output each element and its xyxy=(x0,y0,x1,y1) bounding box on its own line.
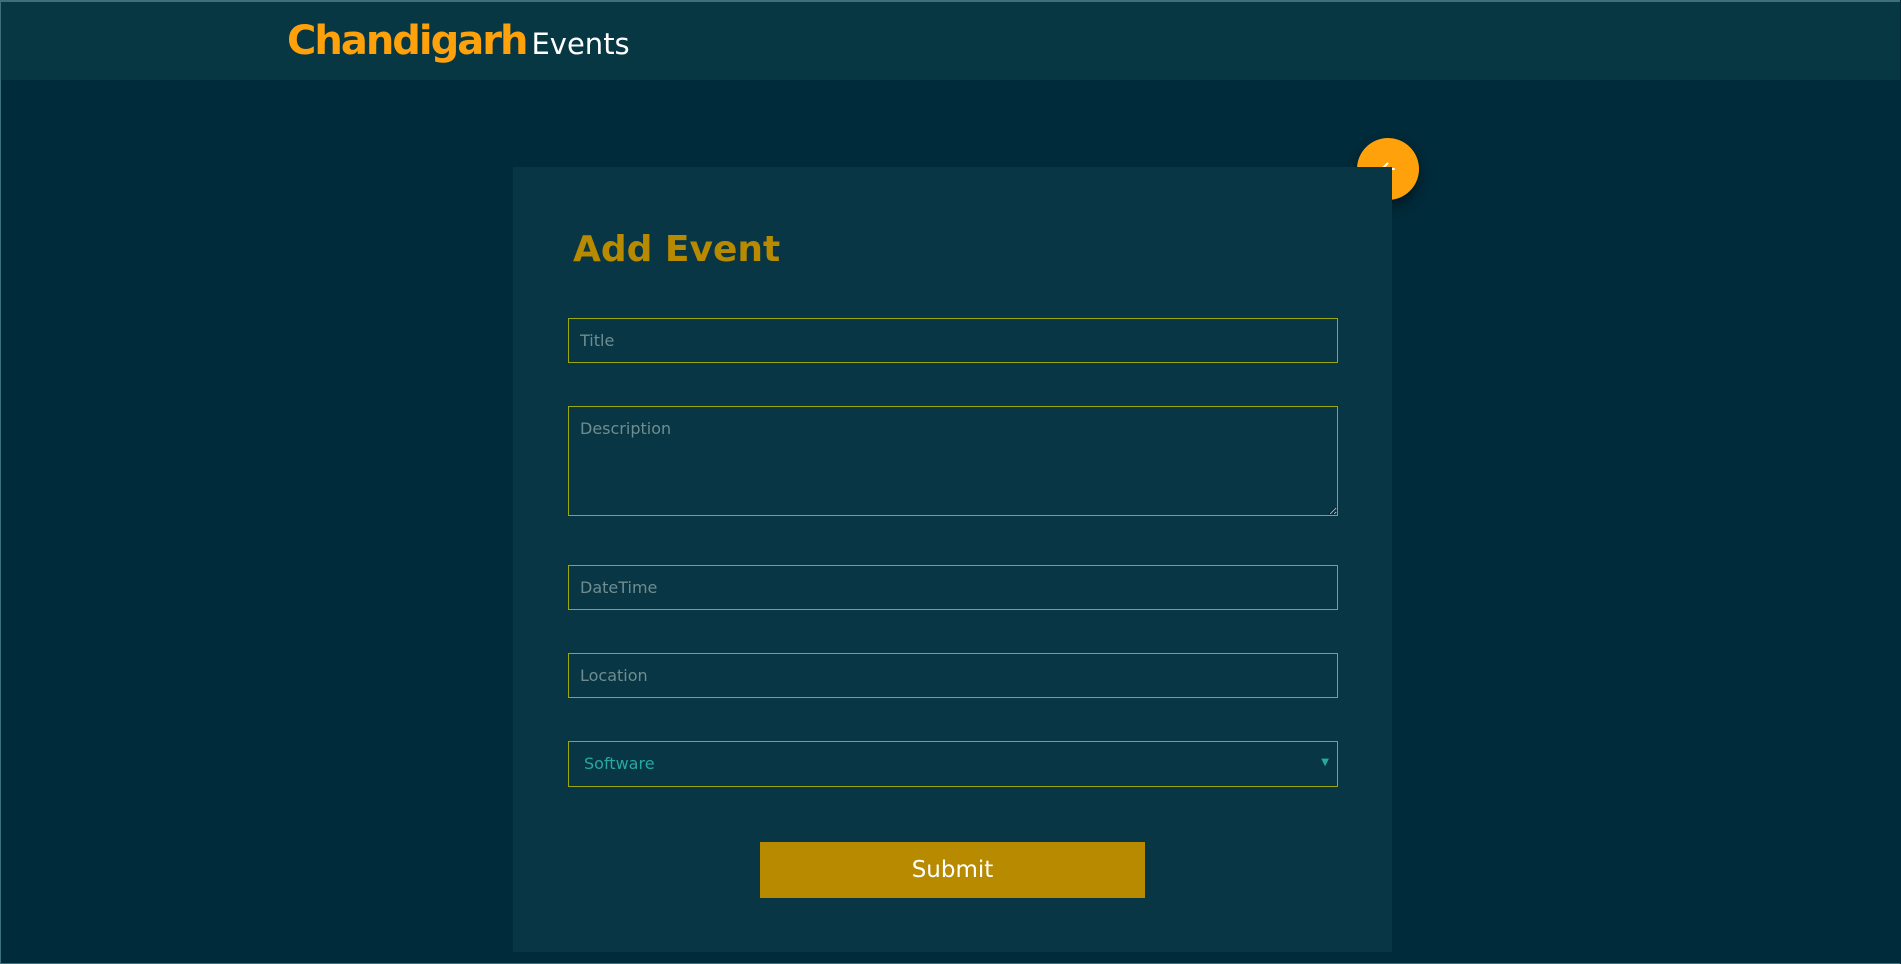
category-select[interactable]: Software ▼ xyxy=(568,741,1338,787)
brand-logo[interactable]: Chandigarh Events xyxy=(287,18,630,64)
description-textarea[interactable] xyxy=(568,406,1338,516)
add-event-card: Add Event Software ▼ Submit xyxy=(513,167,1392,952)
page-title: Add Event xyxy=(573,229,781,270)
submit-button[interactable]: Submit xyxy=(760,842,1145,898)
top-navbar: Chandigarh Events xyxy=(1,2,1900,80)
datetime-input[interactable] xyxy=(568,565,1338,610)
caret-down-icon: ▼ xyxy=(1321,757,1329,768)
title-input[interactable] xyxy=(568,318,1338,363)
brand-subtitle: Events xyxy=(531,27,630,61)
location-input[interactable] xyxy=(568,653,1338,698)
app-window: Chandigarh Events Add Event Software ▼ S… xyxy=(0,0,1900,964)
category-selected-value: Software xyxy=(584,754,655,773)
brand-name: Chandigarh xyxy=(287,18,528,64)
